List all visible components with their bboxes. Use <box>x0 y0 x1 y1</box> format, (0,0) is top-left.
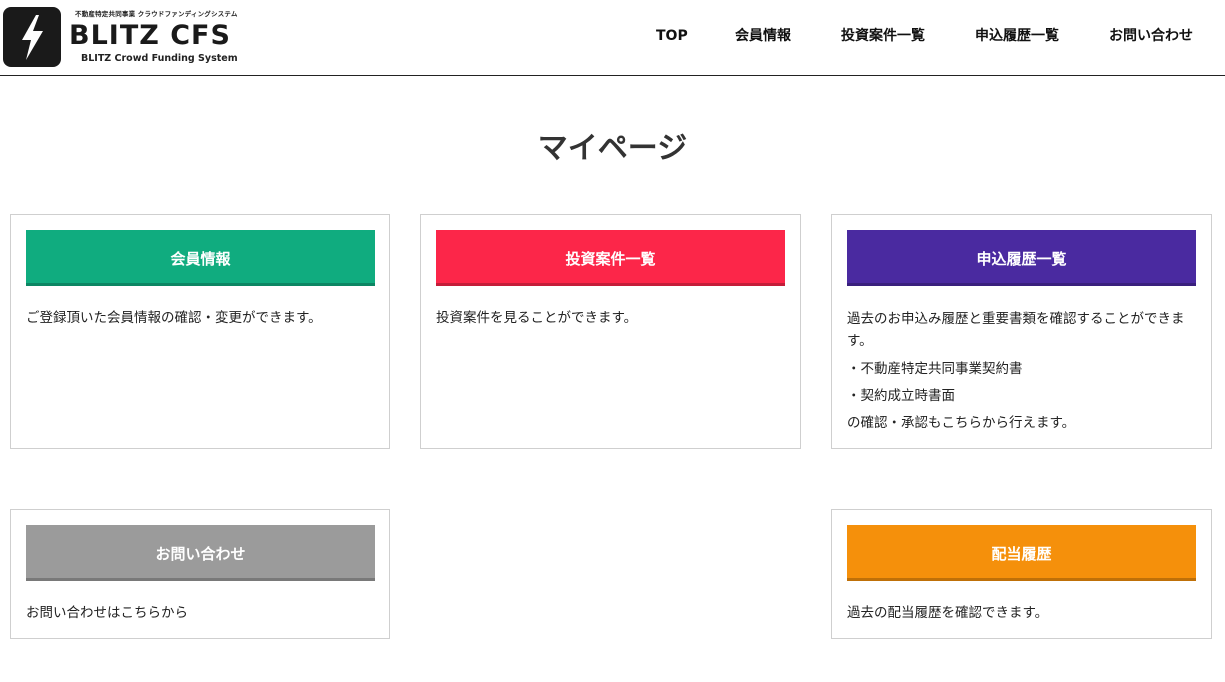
nav-contact[interactable]: お問い合わせ <box>1109 26 1193 46</box>
application-history-button[interactable]: 申込履歴一覧 <box>847 230 1196 286</box>
card-description: ご登録頂いた会員情報の確認・変更ができます。 <box>26 310 322 326</box>
site-logo[interactable]: 不動産特定共同事業 クラウドファンディングシステム BLITZ CFS BLIT… <box>3 7 238 67</box>
nav-top[interactable]: TOP <box>656 26 688 46</box>
logo-subtitle: BLITZ Crowd Funding System <box>81 53 238 64</box>
investment-list-button-label: 投資案件一覧 <box>565 249 656 268</box>
card-application-history: 申込履歴一覧 過去のお申込み履歴と重要書類を確認することができます。 ・不動産特… <box>831 214 1212 449</box>
nav-member-info[interactable]: 会員情報 <box>735 26 791 46</box>
contact-button[interactable]: お問い合わせ <box>26 525 375 581</box>
card-investment-list: 投資案件一覧 投資案件を見ることができます。 <box>420 214 801 449</box>
dividend-history-button-label: 配当履歴 <box>991 544 1052 563</box>
site-header: 不動産特定共同事業 クラウドファンディングシステム BLITZ CFS BLIT… <box>0 0 1225 76</box>
nav-investment-list[interactable]: 投資案件一覧 <box>841 26 925 46</box>
card-description: お問い合わせはこちらから <box>26 605 188 621</box>
card-member-info: 会員情報 ご登録頂いた会員情報の確認・変更ができます。 <box>10 214 390 449</box>
card-description: 過去のお申込み履歴と重要書類を確認することができます。 ・不動産特定共同事業契約… <box>847 311 1185 431</box>
investment-list-button[interactable]: 投資案件一覧 <box>436 230 785 286</box>
member-info-button-label: 会員情報 <box>170 249 231 268</box>
page-title: マイページ <box>537 131 688 166</box>
dividend-history-button[interactable]: 配当履歴 <box>847 525 1196 581</box>
contact-button-label: お問い合わせ <box>155 544 246 563</box>
application-history-button-label: 申込履歴一覧 <box>976 249 1067 268</box>
logo-tagline: 不動産特定共同事業 クラウドファンディングシステム <box>75 10 238 18</box>
card-contact: お問い合わせ お問い合わせはこちらから <box>10 509 390 639</box>
card-dividend-history: 配当履歴 過去の配当履歴を確認できます。 <box>831 509 1212 639</box>
member-info-button[interactable]: 会員情報 <box>26 230 375 286</box>
lightning-icon <box>3 7 61 67</box>
card-description: 投資案件を見ることができます。 <box>436 310 638 326</box>
nav-application-history[interactable]: 申込履歴一覧 <box>975 26 1059 46</box>
logo-name: BLITZ CFS <box>69 20 231 51</box>
card-description: 過去の配当履歴を確認できます。 <box>847 605 1049 621</box>
